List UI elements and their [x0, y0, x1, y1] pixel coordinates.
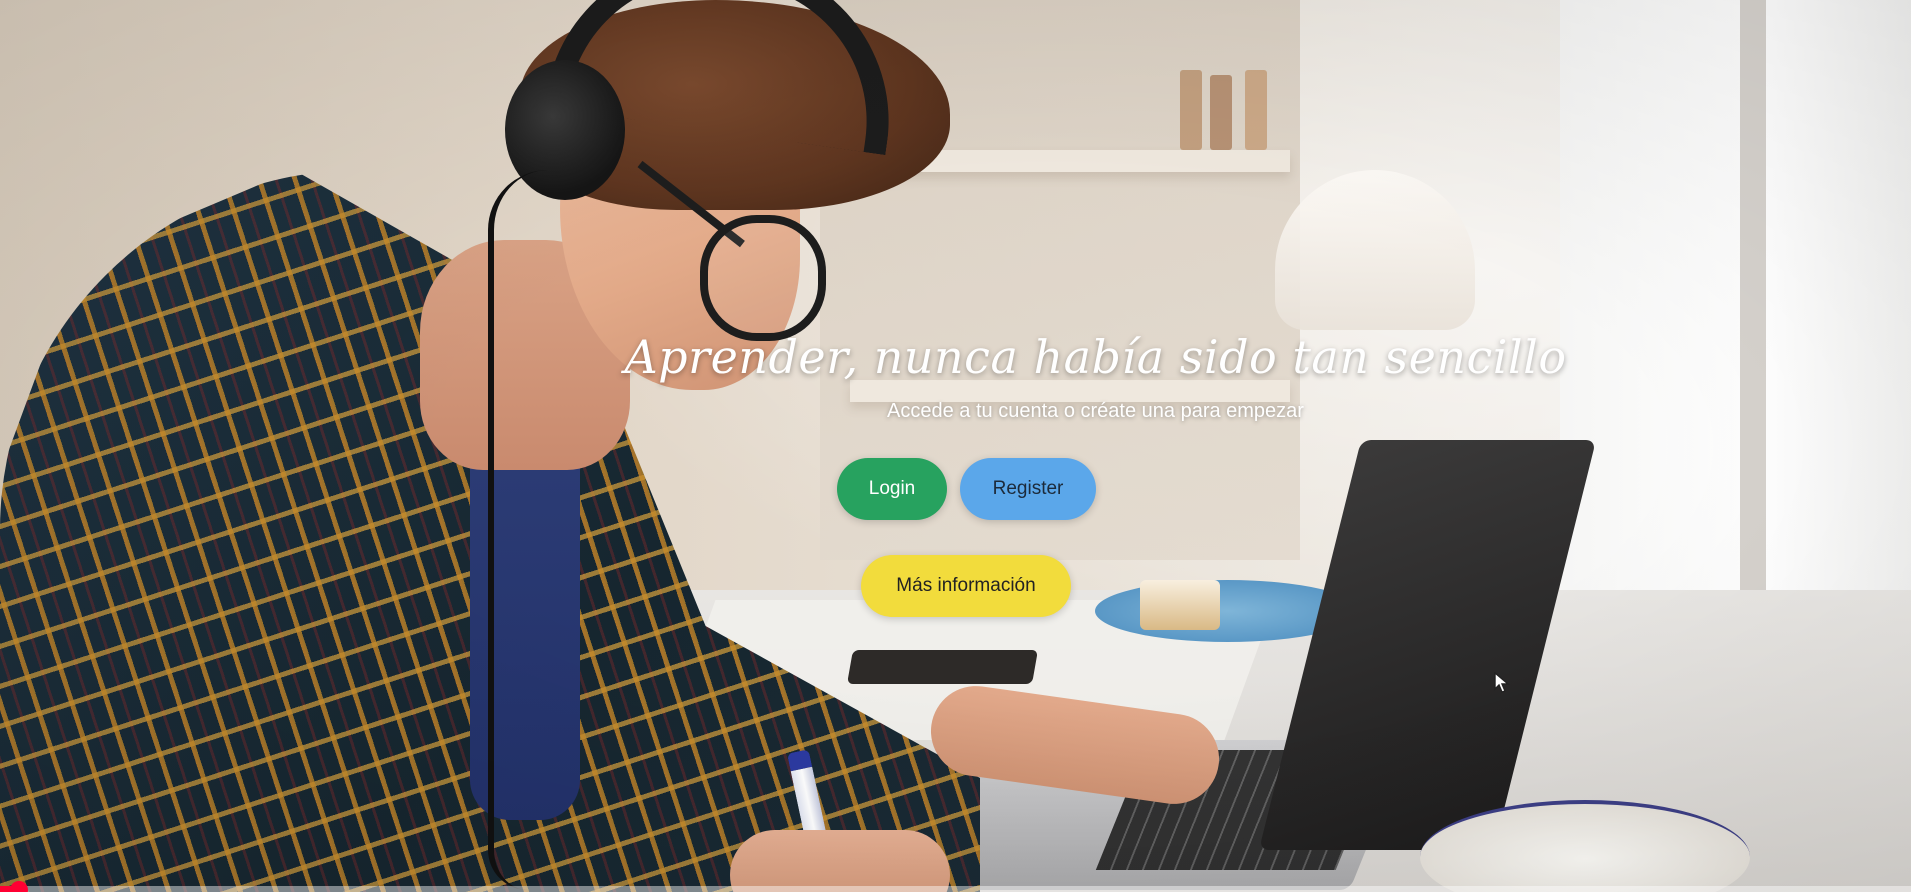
photo-vignette [0, 0, 1911, 892]
hero-background-photo [0, 0, 1911, 892]
video-progress-bar[interactable] [0, 881, 1911, 892]
register-button[interactable]: Register [960, 458, 1096, 520]
more-info-button[interactable]: Más información [861, 555, 1071, 617]
hero-subtitle: Accede a tu cuenta o créate una para emp… [887, 400, 1304, 422]
mouse-pointer-icon [1494, 672, 1510, 693]
video-progress-knob[interactable] [10, 881, 29, 892]
landing-page: Aprender, nunca había sido tan sencillo … [0, 0, 1911, 892]
hero-title: Aprender, nunca había sido tan sencillo [624, 330, 1567, 384]
login-button[interactable]: Login [837, 458, 947, 520]
